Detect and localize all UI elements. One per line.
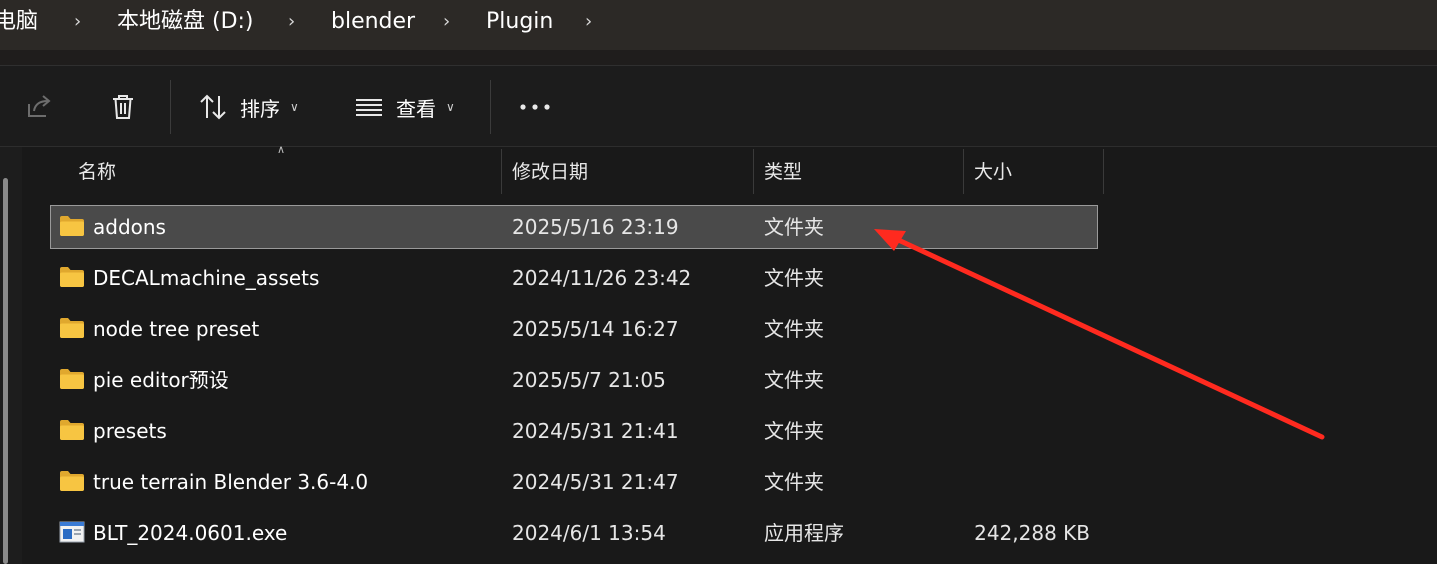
file-name: addons xyxy=(93,215,166,239)
sort-button[interactable]: 排序 ∨ xyxy=(198,84,299,130)
chevron-right-icon[interactable]: › xyxy=(74,6,81,38)
scrollbar-thumb[interactable] xyxy=(3,178,8,564)
file-modified-date: 2024/5/31 21:47 xyxy=(512,470,679,494)
file-name: true terrain Blender 3.6-4.0 xyxy=(93,470,369,494)
file-explorer-window: 电脑 › 本地磁盘 (D:) › blender › Plugin › 排序 ∨… xyxy=(0,0,1437,564)
file-type: 应用程序 xyxy=(764,521,844,545)
more-icon xyxy=(520,104,550,110)
file-modified-date: 2025/5/16 23:19 xyxy=(512,215,679,239)
share-icon xyxy=(28,95,51,117)
delete-button[interactable] xyxy=(108,84,138,130)
file-modified-date: 2025/5/14 16:27 xyxy=(512,317,679,341)
file-name: pie editor预设 xyxy=(93,368,229,392)
list-view-icon xyxy=(356,99,382,116)
file-modified-date: 2024/11/26 23:42 xyxy=(512,266,692,290)
exe-icon xyxy=(59,521,85,543)
file-name: BLT_2024.0601.exe xyxy=(93,521,288,545)
divider xyxy=(170,80,171,134)
column-divider[interactable] xyxy=(1103,149,1104,194)
divider xyxy=(490,80,491,134)
breadcrumb-item-plugin[interactable]: Plugin xyxy=(486,6,553,38)
sort-label: 排序 xyxy=(240,96,280,121)
chevron-down-icon: ∨ xyxy=(290,100,299,114)
column-header-name[interactable]: 名称 xyxy=(78,150,116,194)
share-button[interactable] xyxy=(24,84,54,130)
file-row[interactable]: BLT_2024.0601.exe 2024/6/1 13:54 应用程序 24… xyxy=(51,512,1097,554)
column-divider[interactable] xyxy=(501,149,502,194)
breadcrumb-item-drive[interactable]: 本地磁盘 (D:) xyxy=(117,6,254,38)
folder-icon xyxy=(60,318,84,338)
column-header-type[interactable]: 类型 xyxy=(764,150,802,194)
file-row[interactable]: DECALmachine_assets 2024/11/26 23:42 文件夹 xyxy=(51,257,1097,299)
file-row-selected[interactable]: addons 2025/5/16 23:19 文件夹 xyxy=(50,205,1098,249)
chevron-right-icon[interactable]: › xyxy=(443,6,450,38)
sort-icon xyxy=(200,94,226,120)
file-type: 文件夹 xyxy=(764,317,824,341)
column-header-size[interactable]: 大小 xyxy=(974,150,1012,194)
toolbar-gap xyxy=(0,50,1437,66)
address-bar[interactable]: 电脑 › 本地磁盘 (D:) › blender › Plugin › xyxy=(0,0,1437,50)
file-row[interactable]: node tree preset 2025/5/14 16:27 文件夹 xyxy=(51,308,1097,350)
file-name: presets xyxy=(93,419,167,443)
file-type: 文件夹 xyxy=(764,419,824,443)
breadcrumb-item-computer[interactable]: 电脑 xyxy=(0,6,38,38)
file-modified-date: 2024/5/31 21:41 xyxy=(512,419,679,443)
folder-icon xyxy=(60,216,84,236)
view-button[interactable]: 查看 ∨ xyxy=(354,84,455,130)
column-divider[interactable] xyxy=(753,149,754,194)
file-type: 文件夹 xyxy=(764,470,824,494)
file-type: 文件夹 xyxy=(764,368,824,392)
trash-icon xyxy=(113,95,133,119)
chevron-right-icon[interactable]: › xyxy=(288,6,295,38)
file-modified-date: 2024/6/1 13:54 xyxy=(512,521,666,545)
file-name: node tree preset xyxy=(93,317,260,341)
file-row[interactable]: pie editor预设 2025/5/7 21:05 文件夹 xyxy=(51,359,1097,401)
folder-icon xyxy=(60,267,84,287)
breadcrumb-item-blender[interactable]: blender xyxy=(331,6,415,38)
column-header-modified[interactable]: 修改日期 xyxy=(512,150,588,194)
file-row[interactable]: true terrain Blender 3.6-4.0 2024/5/31 2… xyxy=(51,461,1097,503)
more-options-button[interactable] xyxy=(518,84,552,130)
folder-icon xyxy=(60,369,84,389)
sort-ascending-icon: ∧ xyxy=(277,143,286,156)
view-label: 查看 xyxy=(396,96,436,121)
file-row[interactable]: presets 2024/5/31 21:41 文件夹 xyxy=(51,410,1097,452)
folder-icon xyxy=(60,420,84,440)
column-divider[interactable] xyxy=(963,149,964,194)
divider xyxy=(0,146,1437,147)
chevron-down-icon: ∨ xyxy=(446,100,455,114)
file-size: 242,288 KB xyxy=(974,521,1090,545)
file-modified-date: 2025/5/7 21:05 xyxy=(512,368,666,392)
command-bar: 排序 ∨ 查看 ∨ xyxy=(0,66,1437,147)
folder-icon xyxy=(60,471,84,491)
chevron-right-icon[interactable]: › xyxy=(585,6,592,38)
file-name: DECALmachine_assets xyxy=(93,266,320,290)
file-type: 文件夹 xyxy=(764,266,824,290)
file-type: 文件夹 xyxy=(764,215,824,239)
